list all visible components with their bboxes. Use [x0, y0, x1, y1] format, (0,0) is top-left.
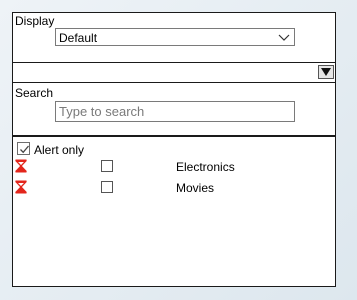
checkmark-icon: [20, 145, 29, 154]
triangle-down-icon: [321, 68, 331, 76]
item-checkbox[interactable]: [101, 160, 113, 172]
search-input[interactable]: [55, 101, 295, 122]
dropdown-button[interactable]: [318, 65, 334, 79]
list-item[interactable]: Movies: [13, 179, 335, 197]
display-section: Display Default: [13, 13, 335, 63]
display-select-value: Default: [59, 31, 98, 45]
combo-section[interactable]: [13, 62, 335, 83]
alert-only-checkbox[interactable]: [17, 142, 30, 155]
item-checkbox[interactable]: [101, 181, 113, 193]
alert-only-label: Alert only: [34, 143, 85, 157]
chevron-down-icon: [278, 31, 290, 43]
filter-panel: Display Default Search Alert only: [12, 12, 336, 287]
hourglass-icon: [14, 180, 28, 194]
list-item[interactable]: Electronics: [13, 158, 335, 176]
display-label: Display: [15, 14, 55, 28]
search-label: Search: [15, 86, 54, 100]
hourglass-icon: [14, 159, 28, 173]
search-section: Search: [13, 84, 335, 137]
display-select[interactable]: Default: [55, 28, 295, 46]
item-label: Electronics: [176, 160, 235, 174]
item-label: Movies: [176, 181, 215, 195]
